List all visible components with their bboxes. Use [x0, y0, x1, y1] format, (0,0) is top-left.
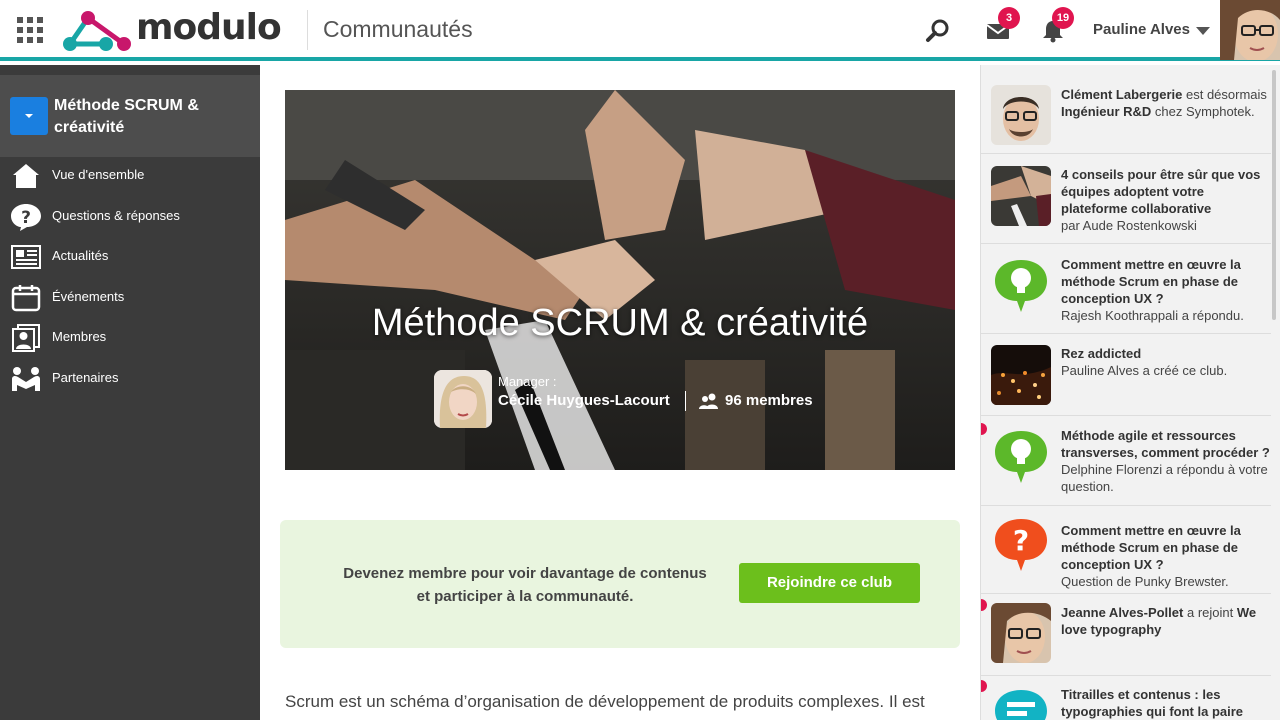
- members-icon: [12, 324, 40, 352]
- handshake-icon: [12, 367, 40, 391]
- header-divider: [307, 10, 308, 50]
- hero-photo: [285, 90, 955, 470]
- top-bar: modulo Communautés 3 19 Pauline Alves: [0, 0, 1280, 61]
- feed-item[interactable]: Jeanne Alves-Pollet a rejoint We love ty…: [981, 594, 1271, 676]
- sidebar-item-label: Actualités: [52, 248, 109, 263]
- feed-text: Comment mettre en œuvre la méthode Scrum…: [1061, 523, 1241, 589]
- sidebar: Méthode SCRUM & créativité Vue d'ensembl…: [0, 65, 260, 720]
- sidebar-item-overview[interactable]: Vue d'ensemble: [0, 156, 260, 196]
- section-title: Communautés: [323, 16, 473, 42]
- club-title: Méthode SCRUM & créativité: [54, 97, 199, 136]
- activity-feed: Clément Labergerie est désormais Ingénie…: [980, 65, 1280, 720]
- feed-text: Clément Labergerie est désormais Ingénie…: [1061, 87, 1267, 119]
- join-club-button[interactable]: Rejoindre ce club: [739, 563, 920, 603]
- sidebar-item-label: Vue d'ensemble: [52, 167, 145, 182]
- members-count[interactable]: 96 membres: [725, 392, 813, 409]
- calendar-icon: [11, 285, 41, 312]
- messages-badge: 3: [998, 7, 1020, 29]
- avatar[interactable]: [434, 370, 492, 428]
- feed-text: Rez addicted Pauline Alves a créé ce club…: [1061, 346, 1228, 378]
- user-name[interactable]: Pauline Alves: [1093, 21, 1190, 38]
- divider: [685, 391, 686, 411]
- feed-item[interactable]: ? Comment mettre en œuvre la méthode Scr…: [981, 506, 1271, 594]
- chevron-down-icon[interactable]: [1196, 27, 1210, 35]
- hero-title: Méthode SCRUM & créativité: [371, 302, 869, 344]
- club-header: Méthode SCRUM & créativité: [0, 75, 260, 157]
- avatar: [991, 85, 1051, 145]
- unread-dot: [981, 599, 987, 611]
- apps-grid-icon[interactable]: [17, 17, 43, 43]
- sidebar-item-questions[interactable]: ? Questions & réponses: [0, 197, 260, 237]
- photo-hands-thumbnail: [991, 166, 1051, 226]
- join-message: Devenez membre pour voir davantage de co…: [343, 565, 707, 605]
- notifications-badge: 19: [1052, 7, 1074, 29]
- lightbulb-icon: [991, 427, 1051, 487]
- search-icon[interactable]: [925, 18, 951, 44]
- feed-item[interactable]: Titrailles et contenus : les typographie…: [981, 676, 1271, 720]
- unread-dot: [981, 680, 987, 692]
- feed-item[interactable]: 4 conseils pour être sûr que vos équipes…: [981, 154, 1271, 244]
- manager-label: Manager :: [498, 374, 557, 389]
- manager-name[interactable]: Cécile Huygues-Lacourt: [498, 392, 670, 409]
- sidebar-item-label: Événements: [52, 289, 125, 304]
- avatar[interactable]: [1220, 0, 1280, 60]
- logo-mark-icon: [63, 11, 131, 51]
- unread-dot: [981, 423, 987, 435]
- sidebar-item-label: Membres: [52, 329, 107, 344]
- join-panel: Devenez membre pour voir davantage de co…: [280, 520, 960, 648]
- main-content: Méthode SCRUM & créativité Manager : Céc…: [260, 65, 980, 720]
- feed-item[interactable]: Comment mettre en œuvre la méthode Scrum…: [981, 244, 1271, 334]
- sidebar-item-label: Partenaires: [52, 370, 119, 385]
- feed-text: Comment mettre en œuvre la méthode Scrum…: [1061, 257, 1244, 323]
- sidebar-item-partners[interactable]: Partenaires: [0, 359, 260, 399]
- sidebar-item-label: Questions & réponses: [52, 208, 180, 223]
- sidebar-item-members[interactable]: Membres: [0, 318, 260, 358]
- photo-city-night-thumbnail: [991, 345, 1051, 405]
- feed-text: 4 conseils pour être sûr que vos équipes…: [1061, 167, 1261, 233]
- logo[interactable]: modulo: [58, 6, 282, 52]
- feed-scrollbar[interactable]: [1272, 70, 1276, 320]
- members-icon: [699, 393, 718, 409]
- document-icon: [991, 686, 1051, 720]
- lightbulb-icon: [991, 256, 1051, 316]
- sidebar-item-events[interactable]: Événements: [0, 278, 260, 318]
- feed-item[interactable]: Méthode agile et ressources transverses,…: [981, 416, 1271, 506]
- feed-item[interactable]: Rez addicted Pauline Alves a créé ce club…: [981, 334, 1271, 416]
- newspaper-icon: [11, 245, 41, 269]
- feed-text: Titrailles et contenus : les typographie…: [1061, 687, 1244, 719]
- sidebar-item-news[interactable]: Actualités: [0, 237, 260, 277]
- svg-text:?: ?: [1013, 524, 1029, 557]
- avatar: [991, 603, 1051, 663]
- feed-text: Méthode agile et ressources transverses,…: [1061, 428, 1270, 494]
- feed-text: Jeanne Alves-Pollet a rejoint We love ty…: [1061, 605, 1257, 637]
- svg-text:?: ?: [21, 208, 31, 228]
- hero-banner: Méthode SCRUM & créativité Manager : Céc…: [285, 90, 955, 470]
- club-description: Scrum est un schéma d’organisation de dé…: [285, 692, 925, 711]
- home-icon: [13, 164, 39, 188]
- question-bubble-icon: ?: [11, 204, 41, 231]
- feed-item[interactable]: Clément Labergerie est désormais Ingénie…: [981, 65, 1271, 154]
- logo-text: modulo: [136, 6, 282, 48]
- question-icon: ?: [991, 515, 1051, 575]
- club-menu-toggle[interactable]: [10, 97, 48, 135]
